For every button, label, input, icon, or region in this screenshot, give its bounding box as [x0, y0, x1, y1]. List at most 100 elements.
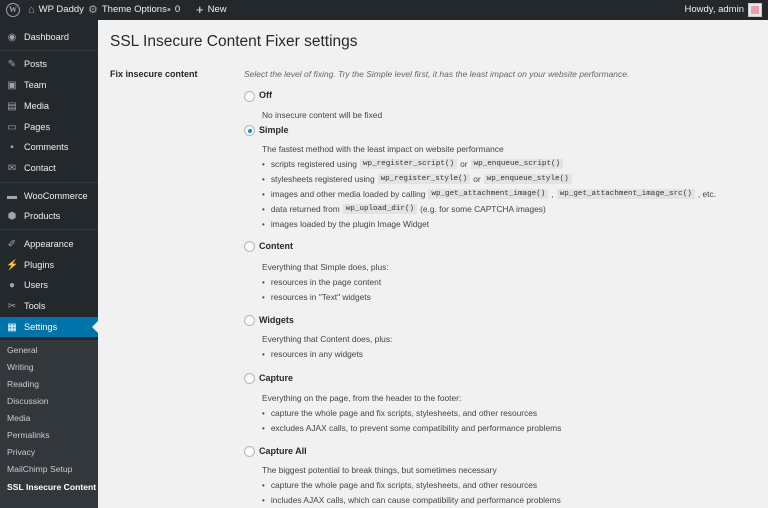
wrench-icon: ✂ — [7, 300, 17, 312]
list-item: resources in any widgets — [262, 349, 363, 359]
account-menu[interactable]: Howdy, admin — [684, 0, 762, 20]
sidebar-item-products[interactable]: ⬢ Products — [0, 206, 98, 226]
list-item: includes AJAX calls, which can cause com… — [262, 495, 561, 505]
option-intro-off: No insecure content will be fixed — [262, 110, 383, 120]
field-description: Select the level of fixing. Try the Simp… — [244, 69, 630, 79]
option-intro-simple: The fastest method with the least impact… — [262, 144, 504, 154]
sidebar-item-tools[interactable]: ✂ Tools — [0, 296, 98, 316]
option-intro-capture: Everything on the page, from the header … — [262, 393, 462, 403]
option-intro-content: Everything that Simple does, plus: — [262, 262, 389, 272]
option-intro-capture-all: The biggest potential to break things, b… — [262, 465, 497, 475]
option-intro-widgets: Everything that Content does, plus: — [262, 334, 393, 344]
option-label-capture[interactable]: Capture — [259, 373, 293, 383]
comments-menu[interactable]: ▪ 0 — [167, 0, 180, 20]
submenu-permalinks[interactable]: Permalinks — [7, 428, 50, 442]
comment-icon: ▪ — [10, 141, 14, 153]
sidebar-item-label: Contact — [24, 163, 56, 173]
radio-capture[interactable] — [244, 373, 255, 384]
radio-widgets[interactable] — [244, 315, 255, 326]
submenu-writing[interactable]: Writing — [7, 360, 34, 374]
list-item: stylesheets registered using wp_register… — [262, 174, 575, 184]
new-content-menu[interactable]: + New — [196, 0, 227, 20]
site-name: WP Daddy — [38, 4, 84, 15]
sidebar-item-posts[interactable]: ✎ Posts — [0, 54, 98, 74]
sidebar-item-label: Posts — [24, 59, 47, 69]
option-label-content[interactable]: Content — [259, 241, 293, 251]
sidebar-item-label: Media — [24, 101, 50, 111]
radio-off[interactable] — [244, 91, 255, 102]
howdy-text: Howdy, admin — [684, 4, 745, 15]
submenu-mailchimp-setup[interactable]: MailChimp Setup — [7, 462, 72, 476]
list-item: capture the whole page and fix scripts, … — [262, 408, 537, 418]
submenu-media[interactable]: Media — [7, 411, 30, 425]
pin-icon: ✎ — [7, 58, 17, 70]
sidebar-item-label: Products — [24, 211, 61, 221]
sidebar-item-label: Plugins — [24, 260, 55, 270]
plugin-icon: ⚡ — [6, 259, 19, 271]
list-item: scripts registered using wp_register_scr… — [262, 159, 566, 169]
option-label-simple[interactable]: Simple — [259, 125, 289, 135]
wp-logo-menu[interactable]: W — [6, 0, 20, 20]
code-snippet: wp_register_script() — [359, 159, 458, 169]
sidebar-item-pages[interactable]: ▭ Pages — [0, 117, 98, 137]
settings-submenu: General Writing Reading Discussion Media… — [0, 340, 98, 508]
settings-icon: ▦ — [7, 321, 17, 333]
submenu-privacy[interactable]: Privacy — [7, 445, 35, 459]
page-title: SSL Insecure Content Fixer settings — [110, 33, 358, 50]
gear-icon: ⚙ — [88, 4, 98, 16]
admin-sidebar: ◉ Dashboard ✎ Posts ▣ Team ▤ Media ▭ Pag… — [0, 20, 98, 508]
sidebar-item-label: Pages — [24, 122, 51, 132]
option-label-widgets[interactable]: Widgets — [259, 315, 294, 325]
sidebar-item-label: Comments — [24, 142, 69, 152]
wordpress-logo-icon: W — [6, 3, 20, 17]
list-item: data returned from wp_upload_dir() (e.g.… — [262, 204, 546, 214]
sidebar-item-users[interactable]: ● Users — [0, 275, 98, 295]
option-label-capture-all[interactable]: Capture All — [259, 446, 307, 456]
list-item: excludes AJAX calls, to prevent some com… — [262, 423, 561, 433]
sidebar-item-woocommerce[interactable]: ▬ WooCommerce — [0, 186, 98, 206]
admin-bar: W ⌂ WP Daddy ⚙ Theme Options ▪ 0 + New H… — [0, 0, 768, 20]
submenu-general[interactable]: General — [7, 343, 38, 357]
sidebar-item-appearance[interactable]: ✐ Appearance — [0, 234, 98, 254]
sidebar-item-label: Users — [24, 280, 48, 290]
sidebar-item-contact[interactable]: ✉ Contact — [0, 158, 98, 178]
dashboard-icon: ◉ — [7, 31, 17, 43]
new-label: New — [207, 4, 227, 15]
option-label-off[interactable]: Off — [259, 90, 272, 100]
radio-capture-all[interactable] — [244, 446, 255, 457]
code-snippet: wp_get_attachment_image_src() — [556, 189, 695, 199]
products-icon: ⬢ — [7, 210, 17, 222]
sidebar-item-label: Tools — [24, 301, 46, 311]
sidebar-item-label: Team — [24, 80, 47, 90]
theme-options-label: Theme Options — [101, 4, 167, 15]
submenu-ssl-insecure-content[interactable]: SSL Insecure Content — [7, 480, 96, 494]
sidebar-item-settings[interactable]: ▦ Settings — [0, 317, 98, 337]
list-item: capture the whole page and fix scripts, … — [262, 480, 537, 490]
code-snippet: wp_register_style() — [377, 174, 471, 184]
site-name-menu[interactable]: ⌂ WP Daddy — [28, 0, 84, 20]
submenu-discussion[interactable]: Discussion — [7, 394, 49, 408]
sidebar-item-media[interactable]: ▤ Media — [0, 96, 98, 116]
comment-bubble-icon: ▪ — [167, 4, 171, 16]
user-icon: ● — [8, 279, 16, 291]
code-snippet: wp_upload_dir() — [342, 204, 418, 214]
team-icon: ▣ — [7, 79, 17, 91]
list-item: resources in "Text" widgets — [262, 292, 371, 302]
sidebar-item-label: WooCommerce — [24, 191, 88, 201]
code-snippet: wp_get_attachment_image() — [428, 189, 549, 199]
theme-options-menu[interactable]: ⚙ Theme Options — [88, 0, 167, 20]
avatar — [748, 3, 762, 17]
submenu-reading[interactable]: Reading — [7, 377, 39, 391]
radio-simple[interactable] — [244, 125, 255, 136]
home-icon: ⌂ — [28, 4, 35, 16]
sidebar-item-label: Dashboard — [24, 32, 69, 42]
media-icon: ▤ — [7, 100, 17, 112]
sidebar-item-comments[interactable]: ▪ Comments — [0, 137, 98, 157]
sidebar-item-label: Appearance — [24, 239, 74, 249]
sidebar-item-team[interactable]: ▣ Team — [0, 75, 98, 95]
sidebar-item-dashboard[interactable]: ◉ Dashboard — [0, 27, 98, 47]
radio-content[interactable] — [244, 241, 255, 252]
code-snippet: wp_enqueue_style() — [483, 174, 572, 184]
pages-icon: ▭ — [7, 121, 17, 133]
sidebar-item-plugins[interactable]: ⚡ Plugins — [0, 255, 98, 275]
